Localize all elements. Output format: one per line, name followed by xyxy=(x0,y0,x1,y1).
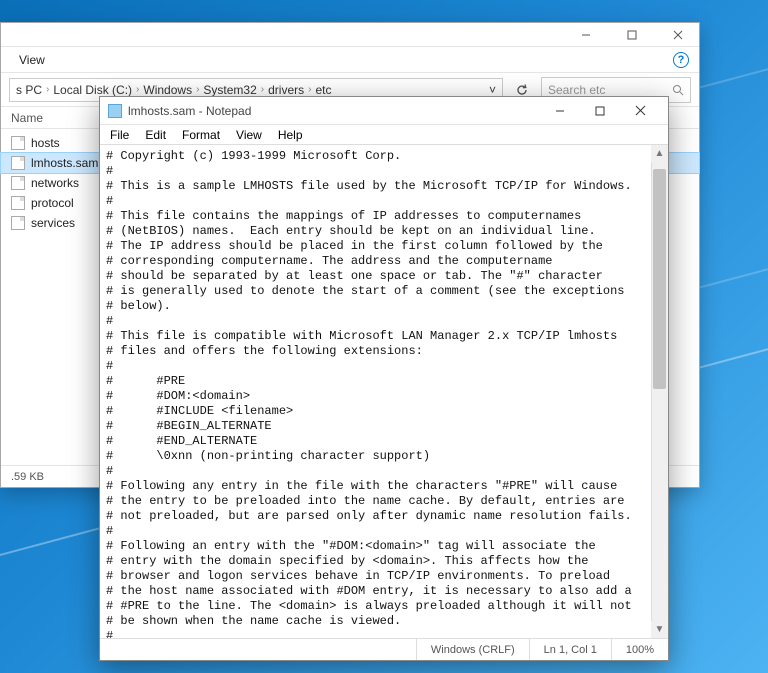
menu-edit[interactable]: Edit xyxy=(139,126,172,144)
crumb[interactable]: Windows xyxy=(143,83,192,97)
scroll-thumb[interactable] xyxy=(653,169,666,389)
status-encoding: Windows (CRLF) xyxy=(416,639,529,660)
minimize-button[interactable] xyxy=(540,98,580,124)
window-title: lmhosts.sam - Notepad xyxy=(128,104,540,118)
notepad-window: lmhosts.sam - Notepad File Edit Format V… xyxy=(99,96,669,661)
chevron-down-icon[interactable]: ˅ xyxy=(489,83,496,97)
menu-view[interactable]: View xyxy=(230,126,268,144)
status-size: .59 KB xyxy=(11,471,44,483)
menu-bar: File Edit Format View Help xyxy=(100,125,668,145)
crumb[interactable]: System32 xyxy=(203,83,256,97)
explorer-titlebar xyxy=(1,23,699,47)
chevron-right-icon: › xyxy=(308,84,311,95)
ribbon-tabs: View ? xyxy=(1,47,699,73)
crumb[interactable]: Local Disk (C:) xyxy=(53,83,132,97)
scrollbar-vertical[interactable]: ▲ ▼ xyxy=(651,145,668,638)
help-icon[interactable]: ? xyxy=(673,52,689,68)
file-name: hosts xyxy=(31,136,60,150)
file-name: services xyxy=(31,216,75,230)
file-name: lmhosts.sam xyxy=(31,156,98,170)
editor-area: # Copyright (c) 1993-1999 Microsoft Corp… xyxy=(100,145,668,638)
tab-view[interactable]: View xyxy=(11,49,53,71)
notepad-titlebar[interactable]: lmhosts.sam - Notepad xyxy=(100,97,668,125)
text-content[interactable]: # Copyright (c) 1993-1999 Microsoft Corp… xyxy=(100,145,668,638)
file-name: networks xyxy=(31,176,79,190)
crumb[interactable]: drivers xyxy=(268,83,304,97)
notepad-statusbar: Windows (CRLF) Ln 1, Col 1 100% xyxy=(100,638,668,660)
file-icon xyxy=(11,156,25,170)
chevron-right-icon: › xyxy=(46,84,49,95)
scroll-down-icon[interactable]: ▼ xyxy=(651,621,668,638)
menu-format[interactable]: Format xyxy=(176,126,226,144)
close-button[interactable] xyxy=(620,98,660,124)
minimize-button[interactable] xyxy=(571,25,601,45)
maximize-button[interactable] xyxy=(617,25,647,45)
chevron-right-icon: › xyxy=(196,84,199,95)
chevron-right-icon: › xyxy=(261,84,264,95)
file-icon xyxy=(11,136,25,150)
menu-help[interactable]: Help xyxy=(272,126,309,144)
file-icon xyxy=(11,176,25,190)
menu-file[interactable]: File xyxy=(104,126,135,144)
file-icon xyxy=(11,216,25,230)
search-icon xyxy=(672,84,684,96)
maximize-button[interactable] xyxy=(580,98,620,124)
file-name: protocol xyxy=(31,196,74,210)
chevron-right-icon: › xyxy=(136,84,139,95)
search-placeholder: Search etc xyxy=(548,83,605,97)
crumb[interactable]: etc xyxy=(315,83,331,97)
close-button[interactable] xyxy=(663,25,693,45)
file-icon xyxy=(11,196,25,210)
status-position: Ln 1, Col 1 xyxy=(529,639,611,660)
status-zoom: 100% xyxy=(611,639,668,660)
scroll-up-icon[interactable]: ▲ xyxy=(651,145,668,162)
notepad-icon xyxy=(108,104,122,118)
crumb[interactable]: s PC xyxy=(16,83,42,97)
